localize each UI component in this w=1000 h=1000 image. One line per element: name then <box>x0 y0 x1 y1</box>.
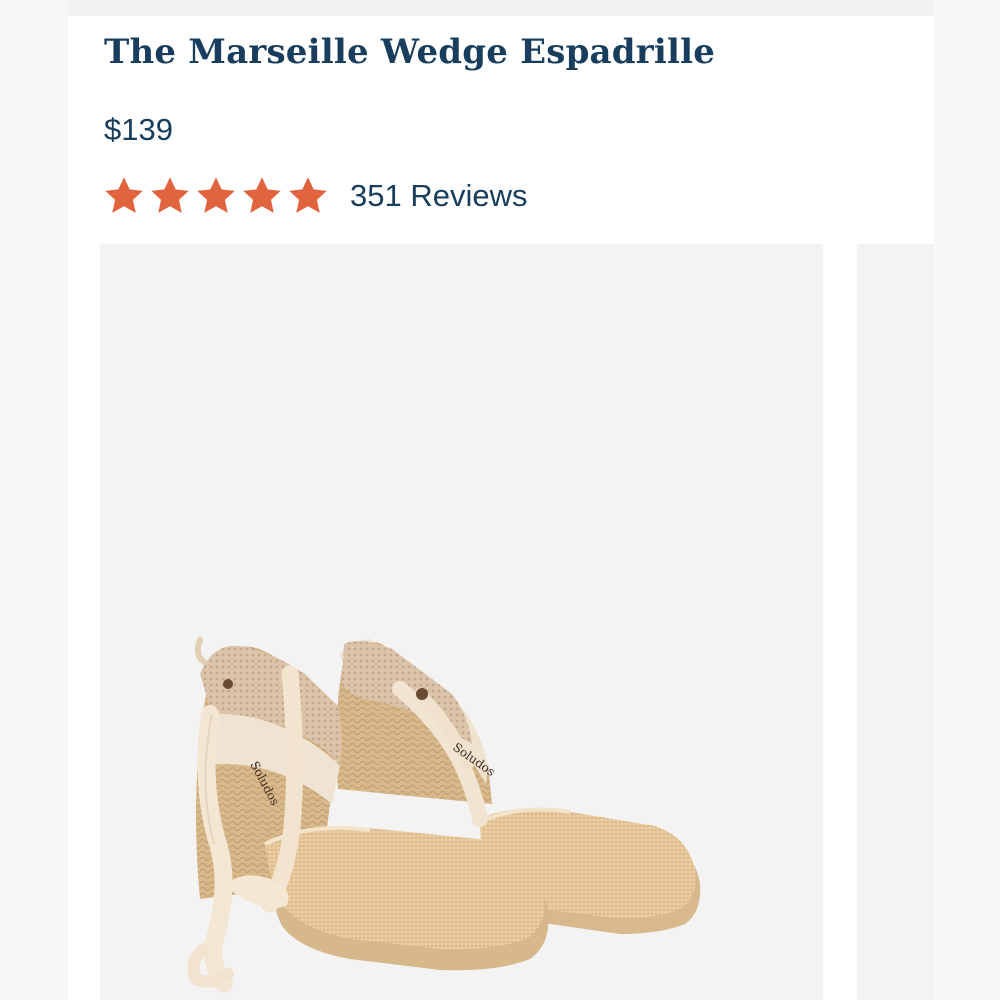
star-icon <box>289 177 327 213</box>
product-image[interactable]: Soludos Soludos <box>100 244 823 1000</box>
page-margin-left <box>0 0 68 1000</box>
star-rating <box>102 174 330 218</box>
product-title: The Marseille Wedge Espadrille <box>104 32 716 72</box>
product-card: The Marseille Wedge Espadrille $139 351 … <box>68 16 934 1000</box>
rating-summary[interactable]: 351 Reviews <box>102 174 527 218</box>
reviews-link[interactable]: 351 Reviews <box>350 178 527 214</box>
star-icon <box>243 177 281 213</box>
product-image-carousel[interactable]: Soludos Soludos <box>100 244 823 1000</box>
page-margin-right <box>934 0 1000 1000</box>
next-image-preview[interactable] <box>857 244 934 1000</box>
top-strip <box>68 0 934 16</box>
star-icon <box>197 177 235 213</box>
star-icon <box>151 177 189 213</box>
star-icon <box>105 177 143 213</box>
product-price: $139 <box>104 112 173 147</box>
